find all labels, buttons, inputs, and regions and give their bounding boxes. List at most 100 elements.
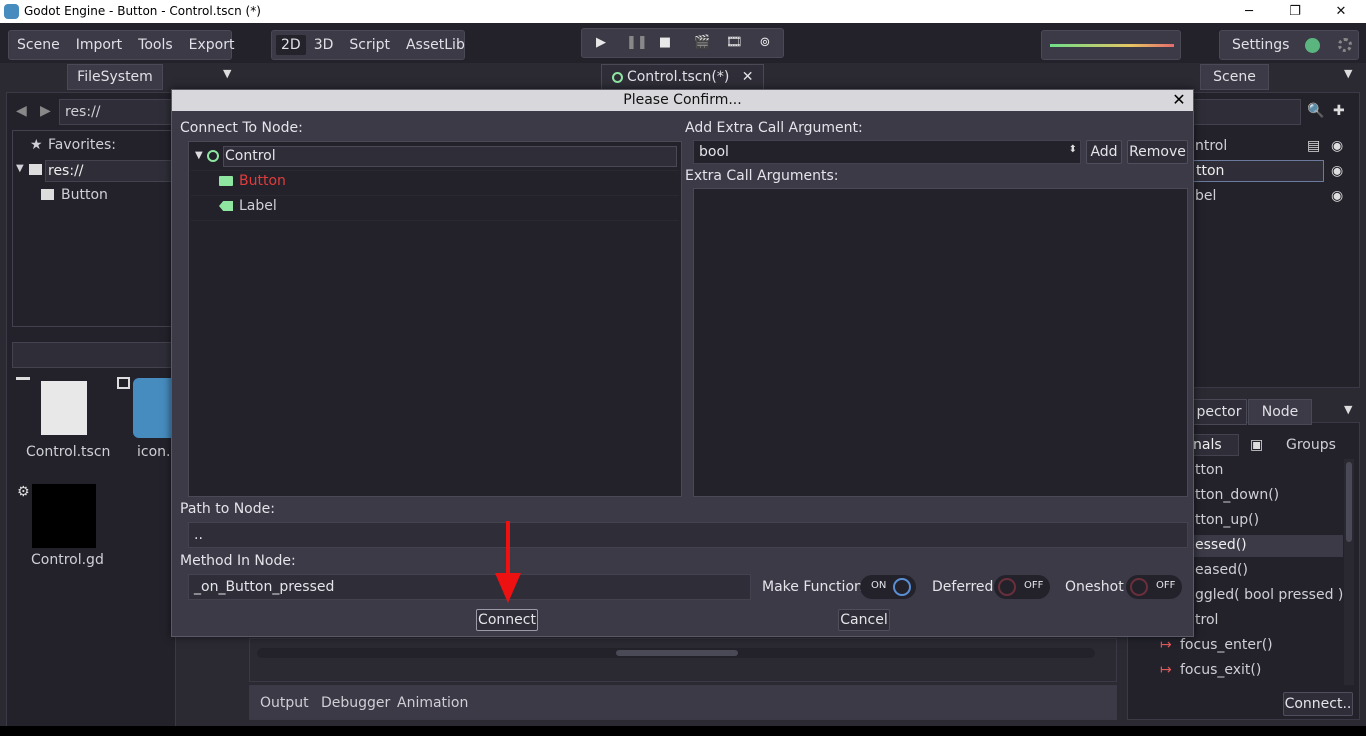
signal-button-up[interactable]: tton_up() bbox=[1195, 512, 1259, 528]
file-control-gd[interactable]: Control.gd bbox=[31, 552, 104, 568]
visibility-eye-icon[interactable]: ◉ bbox=[1331, 163, 1343, 179]
signal-group-button[interactable]: tton bbox=[1195, 462, 1223, 478]
window-titlebar: Godot Engine - Button - Control.tscn (*)… bbox=[0, 0, 1366, 23]
arg-type-select[interactable]: bool ⬍ bbox=[693, 140, 1081, 164]
path-field[interactable]: res:// bbox=[59, 99, 173, 125]
expand-arrow-icon[interactable]: ▼ bbox=[195, 150, 203, 161]
make-function-label: Make Function bbox=[762, 579, 863, 595]
tree-row-control[interactable]: ▼ Control bbox=[191, 146, 679, 171]
script-thumbnail[interactable] bbox=[32, 484, 96, 548]
godot-icon-thumbnail[interactable] bbox=[133, 378, 173, 438]
method-in-node-field[interactable]: _on_Button_pressed bbox=[188, 574, 751, 600]
connect-button[interactable]: Connect bbox=[476, 609, 538, 631]
tab-inspector[interactable]: pector bbox=[1191, 399, 1247, 425]
mode-script[interactable]: Script bbox=[341, 37, 398, 53]
extra-args-panel[interactable] bbox=[693, 188, 1188, 497]
node-dock-menu-icon[interactable]: ▼ bbox=[1344, 403, 1352, 416]
button-node-icon bbox=[219, 176, 233, 186]
remove-arg-button[interactable]: Remove bbox=[1127, 140, 1188, 164]
visibility-eye-icon[interactable]: ◉ bbox=[1331, 138, 1343, 154]
add-node-icon[interactable]: ✚ bbox=[1333, 103, 1345, 119]
audio-meter bbox=[1041, 30, 1181, 60]
scene-node-control[interactable]: ntrol bbox=[1195, 138, 1227, 154]
add-arg-button[interactable]: Add bbox=[1086, 140, 1122, 164]
toggle-knob bbox=[1130, 578, 1148, 596]
scene-filter-field[interactable] bbox=[1193, 99, 1301, 125]
node-tree-panel: ▼ Control Button Label bbox=[188, 141, 682, 497]
pause-icon[interactable]: ❚❚ bbox=[626, 36, 648, 50]
menu-scene[interactable]: Scene bbox=[9, 37, 68, 53]
mode-2d[interactable]: 2D bbox=[276, 35, 306, 55]
horizontal-scrollbar[interactable] bbox=[257, 648, 1095, 658]
signal-focus-exit[interactable]: focus_exit() bbox=[1180, 662, 1261, 678]
dialog-close-icon[interactable]: ✕ bbox=[1171, 91, 1187, 109]
tree-row-label[interactable]: Label bbox=[191, 196, 679, 221]
oneshot-toggle[interactable]: OFF bbox=[1126, 575, 1182, 599]
scene-node-label[interactable]: bel bbox=[1195, 188, 1216, 204]
connect-to-node-label: Connect To Node: bbox=[180, 120, 303, 136]
node-connect-button[interactable]: Connect.. bbox=[1283, 692, 1353, 716]
tab-debugger[interactable]: Debugger bbox=[321, 695, 390, 711]
menu-export[interactable]: Export bbox=[181, 37, 243, 53]
scene-node-button[interactable]: tton bbox=[1193, 160, 1324, 182]
deferred-state: OFF bbox=[1024, 580, 1044, 591]
settings-button[interactable]: Settings bbox=[1232, 37, 1289, 53]
remote-debug-icon[interactable]: ⊚ bbox=[758, 36, 772, 50]
scene-dock-menu-icon[interactable]: ▼ bbox=[1344, 67, 1352, 80]
search-icon[interactable]: 🔍 bbox=[1307, 103, 1324, 119]
mode-assetlib[interactable]: AssetLib bbox=[398, 37, 473, 53]
expand-arrow-icon[interactable]: ▼ bbox=[16, 163, 24, 174]
tree-item-button[interactable]: Button bbox=[61, 187, 108, 203]
signal-pressed-label: essed() bbox=[1195, 537, 1247, 553]
folder-icon bbox=[29, 164, 42, 175]
play-custom-scene-icon[interactable]: 🎞 bbox=[726, 36, 743, 50]
menu-import[interactable]: Import bbox=[68, 37, 130, 53]
filesystem-search[interactable] bbox=[12, 342, 173, 368]
path-to-node-value: .. bbox=[194, 527, 203, 543]
image-file-icon bbox=[117, 377, 130, 389]
play-icon[interactable]: ▶ bbox=[594, 36, 608, 50]
tab-scene[interactable]: Scene bbox=[1200, 64, 1269, 90]
update-ok-icon bbox=[1305, 38, 1320, 53]
control-node-icon bbox=[207, 150, 219, 162]
deferred-toggle[interactable]: OFF bbox=[994, 575, 1050, 599]
close-tab-icon[interactable]: ✕ bbox=[742, 69, 754, 85]
signals-scrollbar[interactable] bbox=[1344, 459, 1354, 685]
stop-icon[interactable]: ■ bbox=[658, 36, 672, 50]
gear-icon: ⚙ bbox=[17, 484, 30, 500]
minimize-button[interactable]: ─ bbox=[1226, 0, 1272, 23]
make-function-toggle[interactable]: ON bbox=[860, 575, 916, 599]
tree-row-button[interactable]: Button bbox=[191, 171, 679, 196]
cancel-button[interactable]: Cancel bbox=[838, 609, 890, 631]
visibility-eye-icon[interactable]: ◉ bbox=[1331, 188, 1343, 204]
script-icon[interactable]: ▤ bbox=[1307, 138, 1320, 154]
signal-button-down[interactable]: tton_down() bbox=[1195, 487, 1279, 503]
tab-groups[interactable]: Groups bbox=[1286, 437, 1336, 453]
file-control-tscn[interactable]: Control.tscn bbox=[26, 444, 110, 460]
signal-toggled[interactable]: ggled( bool pressed ) bbox=[1195, 587, 1343, 603]
tab-output[interactable]: Output bbox=[260, 695, 309, 711]
maximize-button[interactable]: ❐ bbox=[1272, 0, 1318, 23]
tab-scene-file[interactable]: Control.tscn(*) ✕ bbox=[601, 64, 764, 90]
signal-group-control[interactable]: trol bbox=[1195, 612, 1218, 628]
close-window-button[interactable]: ✕ bbox=[1318, 0, 1364, 23]
signal-released[interactable]: eased() bbox=[1195, 562, 1248, 578]
dock-menu-icon[interactable]: ▼ bbox=[223, 67, 231, 80]
signal-pressed[interactable]: essed() bbox=[1191, 535, 1343, 557]
path-to-node-field[interactable]: .. bbox=[188, 522, 1188, 548]
tab-filesystem[interactable]: FileSystem bbox=[67, 64, 163, 90]
forward-arrow-icon[interactable]: ▶ bbox=[40, 103, 51, 119]
connect-signal-dialog: Please Confirm... ✕ Connect To Node: ▼ C… bbox=[171, 89, 1194, 637]
tree-item-res[interactable]: res:// bbox=[45, 160, 173, 182]
mode-3d[interactable]: 3D bbox=[306, 37, 342, 53]
signal-focus-enter[interactable]: focus_enter() bbox=[1180, 637, 1273, 653]
tree-node-label-label: Label bbox=[239, 198, 277, 214]
back-arrow-icon[interactable]: ◀ bbox=[16, 103, 27, 119]
menu-tools[interactable]: Tools bbox=[130, 37, 181, 53]
tab-animation[interactable]: Animation bbox=[397, 695, 468, 711]
tab-signals[interactable]: nals bbox=[1191, 434, 1239, 456]
scene-file-icon bbox=[16, 377, 30, 387]
tab-node[interactable]: Node bbox=[1248, 399, 1312, 425]
file-thumbnail-icon[interactable] bbox=[41, 381, 87, 435]
play-scene-icon[interactable]: 🎬 bbox=[694, 36, 710, 50]
